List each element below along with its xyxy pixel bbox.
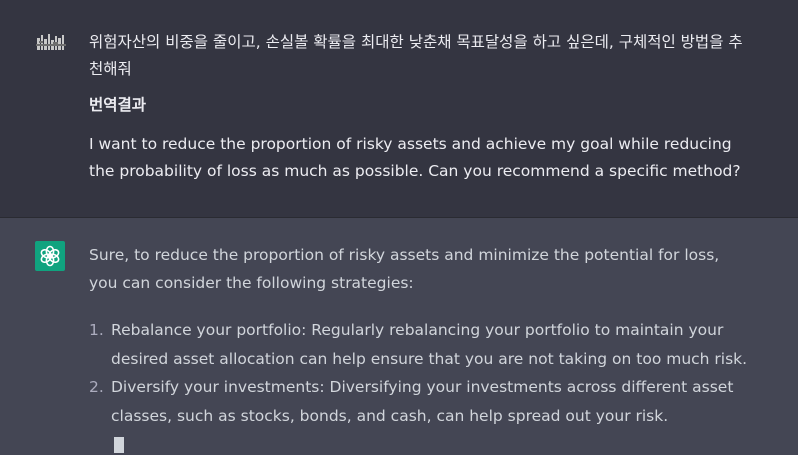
list-item: 2. Diversify your investments: Diversify… [89, 373, 749, 430]
strategy-list: 1. Rebalance your portfolio: Regularly r… [89, 316, 749, 430]
openai-logo-glyph [40, 245, 60, 267]
translation-heading: 번역결과 [89, 96, 147, 114]
user-avatar-icon [36, 34, 66, 50]
assistant-intro: Sure, to reduce the proportion of risky … [89, 246, 720, 292]
list-item-number: 1. [89, 321, 104, 339]
user-message: 위험자산의 비중을 줄이고, 손실볼 확률을 최대한 낮춘채 목표달성을 하고 … [0, 0, 798, 218]
user-prompt-korean: 위험자산의 비중을 줄이고, 손실볼 확률을 최대한 낮춘채 목표달성을 하고 … [89, 33, 743, 78]
openai-logo-icon [35, 241, 65, 271]
typing-cursor [114, 437, 124, 453]
list-item: 1. Rebalance your portfolio: Regularly r… [89, 316, 749, 373]
list-item-number: 2. [89, 378, 104, 396]
user-prompt-translation: I want to reduce the proportion of risky… [89, 135, 741, 180]
list-item-text: Diversify your investments: Diversifying… [111, 378, 734, 425]
list-item-text: Rebalance your portfolio: Regularly reba… [111, 321, 748, 368]
